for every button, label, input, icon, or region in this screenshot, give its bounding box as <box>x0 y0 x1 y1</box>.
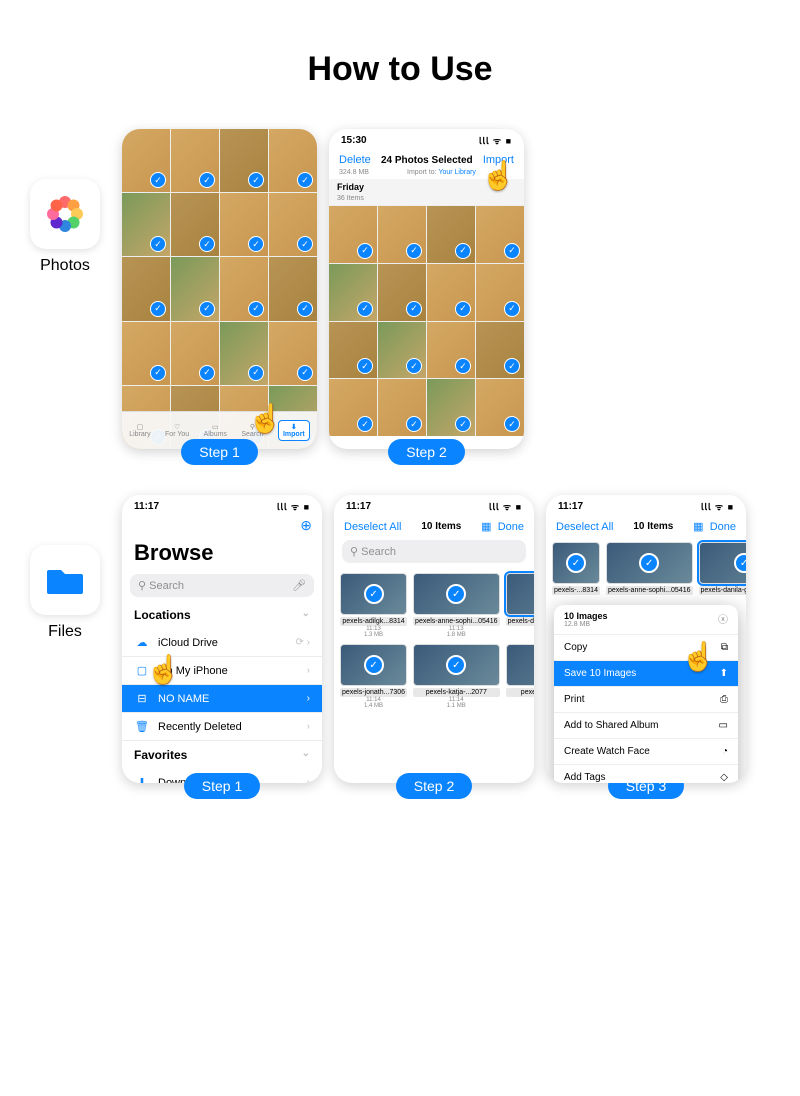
file-item[interactable]: pexels-anne-sophi...05416 <box>606 542 693 595</box>
phone-photos-step1: ▢Library ♡For You ▭Albums ⚲Search ⬇Impor… <box>122 129 317 449</box>
files-row: Files 11:17𝗅𝗅𝗅 ᯤ ■ ⊕ Browse ⚲ Search🎤︎ L… <box>20 495 780 799</box>
photos-row: Photos ▢Library ♡For You ▭Albums ⚲Search… <box>20 129 780 465</box>
phone-files-step3: 11:17𝗅𝗅𝗅 ᯤ ■ Deselect All 10 Items ▦ Don… <box>546 495 746 783</box>
file-item[interactable]: pexels-danila-gianci...42171 <box>699 542 747 595</box>
tab-foryou[interactable]: ♡For You <box>165 423 189 438</box>
save-icon: ⬆ <box>720 668 728 679</box>
tag-icon: ◇ <box>720 772 728 783</box>
done-button[interactable]: Done <box>710 521 736 533</box>
step-badge: Step 2 <box>396 773 472 799</box>
search-input[interactable]: ⚲ Search <box>342 540 526 563</box>
cloud-icon: ☁ <box>134 636 150 649</box>
deselect-button[interactable]: Deselect All <box>344 521 401 533</box>
close-icon[interactable]: ⓧ <box>718 611 728 626</box>
album-icon: ▭ <box>719 720 728 731</box>
menu-watch[interactable]: Create Watch Face◔ <box>554 739 738 765</box>
browse-title: Browse <box>122 534 322 570</box>
tap-hand-icon: ☝ <box>146 653 181 686</box>
row-noname[interactable]: ⊟NO NAME› <box>122 685 322 713</box>
photos-app-label: Photos <box>20 257 110 275</box>
tab-albums[interactable]: ▭Albums <box>204 423 227 438</box>
file-item[interactable]: pexels-adilgk...831411:131.3 MB <box>340 573 407 638</box>
context-menu: 10 Images12.8 MBⓧ Copy⧉ Save 10 Images⬆ … <box>554 605 738 783</box>
photos-app-icon <box>30 179 100 249</box>
phone-photos-step2: 15:30𝗅𝗅𝗅 ᯤ ■ Delete 24 Photos Selected I… <box>329 129 524 449</box>
print-icon: ⎙ <box>720 694 728 705</box>
drive-icon: ⊟ <box>134 692 150 705</box>
search-input[interactable]: ⚲ Search🎤︎ <box>130 574 314 597</box>
file-item[interactable]: pexels-jonath...730611:141.4 MB <box>340 644 407 709</box>
file-item[interactable]: pexels-anne-sophi...0541611:131.8 MB <box>413 573 500 638</box>
tap-hand-icon: ☝ <box>681 640 716 673</box>
trash-icon: 🗑︎ <box>134 720 150 733</box>
file-item[interactable]: pexels-...8314 <box>552 542 600 595</box>
step-badge: Step 1 <box>181 439 257 465</box>
status-icons: 𝗅𝗅𝗅 ᯤ ■ <box>479 134 512 147</box>
step-badge: Step 2 <box>388 439 464 465</box>
grid-icon[interactable]: ▦ <box>693 521 703 533</box>
chevron-down-icon[interactable]: ⌄ <box>302 608 310 622</box>
grid-icon[interactable]: ▦ <box>481 521 491 533</box>
page-title: How to Use <box>20 50 780 89</box>
copy-icon: ⧉ <box>721 642 728 653</box>
menu-shared[interactable]: Add to Shared Album▭ <box>554 713 738 739</box>
phone-files-step1: 11:17𝗅𝗅𝗅 ᯤ ■ ⊕ Browse ⚲ Search🎤︎ Locatio… <box>122 495 322 783</box>
more-icon[interactable]: ⊕ <box>122 517 322 534</box>
tap-hand-icon: ☝ <box>481 159 516 192</box>
menu-tags[interactable]: Add Tags◇ <box>554 765 738 783</box>
files-app-label: Files <box>20 623 110 641</box>
tap-hand-icon: ☝ <box>248 402 283 435</box>
menu-print[interactable]: Print⎙ <box>554 687 738 713</box>
file-item[interactable]: pexels-danila-gianci...4217111:131.1 MB <box>506 573 534 638</box>
done-button[interactable]: Done <box>498 521 524 533</box>
delete-button[interactable]: Delete <box>339 154 371 166</box>
file-item[interactable]: pexels-katja-...207711:141.1 MB <box>413 644 500 709</box>
phone-files-step2: 11:17𝗅𝗅𝗅 ᯤ ■ Deselect All 10 Items ▦ Don… <box>334 495 534 783</box>
step-badge: Step 1 <box>184 773 260 799</box>
files-app-icon <box>30 545 100 615</box>
row-deleted[interactable]: 🗑︎Recently Deleted› <box>122 713 322 741</box>
mic-icon[interactable]: 🎤︎ <box>292 579 306 592</box>
deselect-button[interactable]: Deselect All <box>556 521 613 533</box>
watch-icon: ◔ <box>722 746 728 757</box>
file-item[interactable]: pexels-kriste...383311:141.4 MB <box>506 644 534 709</box>
tab-library[interactable]: ▢Library <box>129 423 150 438</box>
download-icon: ⬇ <box>134 776 150 783</box>
